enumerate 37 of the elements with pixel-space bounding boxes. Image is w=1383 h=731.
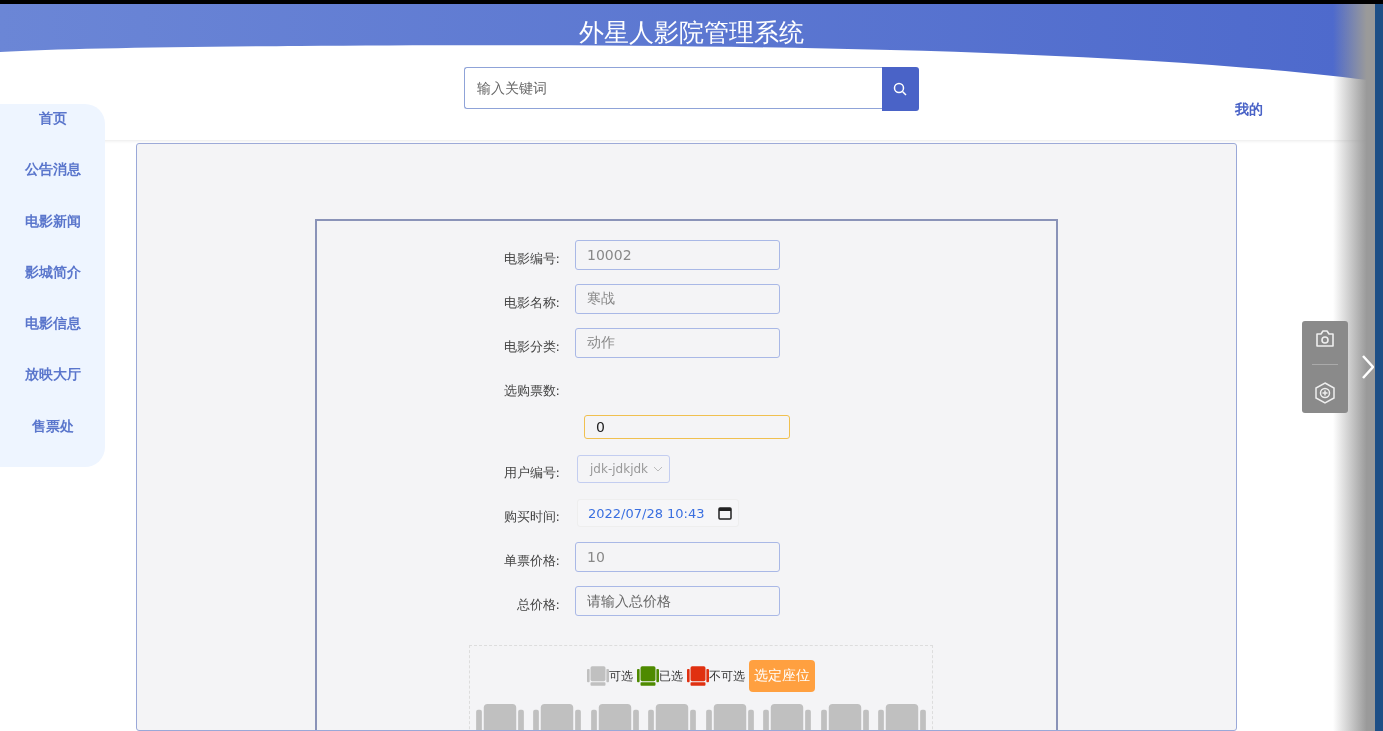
field-label: 用户编号: — [503, 464, 560, 482]
readonly-field[interactable]: 动作 — [575, 328, 780, 358]
chevron-down-icon — [653, 466, 663, 472]
search-button[interactable] — [881, 67, 919, 111]
field-label: 总价格: — [516, 596, 560, 614]
search-icon — [893, 82, 907, 96]
sidebar-item[interactable]: 首页 — [38, 108, 67, 160]
datetime-field[interactable]: 2022/07/28 10:43 — [577, 499, 739, 527]
sidebar-item[interactable]: 售票处 — [31, 415, 74, 467]
sidebar-item[interactable]: 影城简介 — [24, 261, 81, 314]
sidebar-item[interactable]: 电影新闻 — [24, 210, 81, 262]
confirm-seat-button[interactable]: 选定座位 — [749, 660, 815, 692]
field-label: 购买时间: — [503, 508, 560, 526]
input-field[interactable]: 请输入总价格 — [575, 586, 780, 616]
field-label: 单票价格: — [503, 552, 560, 570]
chevron-right-icon[interactable] — [1362, 355, 1374, 379]
legend-label: 可选 — [609, 667, 633, 685]
select-field[interactable]: jdk-jdkjdk — [577, 455, 670, 483]
field-label: 电影编号: — [503, 250, 560, 268]
sidebar-item[interactable]: 公告消息 — [24, 159, 81, 211]
calendar-icon — [718, 506, 732, 520]
input-field[interactable]: 0 — [584, 415, 790, 439]
readonly-field[interactable]: 10002 — [575, 240, 780, 270]
legend-label: 不可选 — [709, 667, 745, 685]
field-label: 电影名称: — [503, 294, 560, 312]
sidebar-item[interactable]: 放映大厅 — [24, 364, 81, 416]
legend-label: 已选 — [659, 667, 683, 685]
sidebar-item[interactable]: 电影信息 — [24, 313, 81, 365]
readonly-field[interactable]: 寒战 — [575, 284, 780, 314]
field-label: 电影分类: — [503, 338, 560, 356]
site-title: 外星人影院管理系统 — [579, 17, 804, 49]
readonly-field[interactable]: 10 — [575, 542, 780, 572]
camera-icon[interactable] — [1315, 329, 1335, 347]
field-label: 选购票数: — [503, 382, 560, 400]
search-field[interactable]: 输入关键词 — [463, 67, 882, 109]
hexagon-plus-icon[interactable] — [1315, 382, 1335, 405]
user-menu[interactable]: 我的 — [1236, 88, 1273, 132]
